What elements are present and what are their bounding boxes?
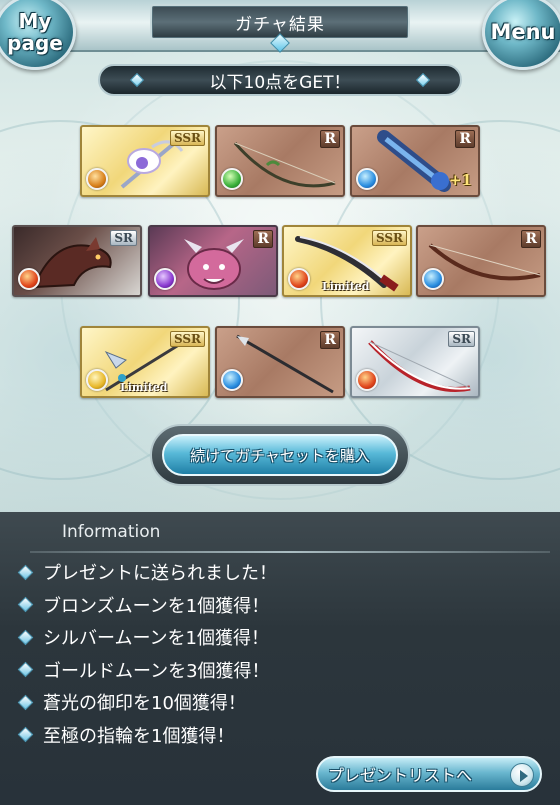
- water-element-icon: [422, 268, 444, 290]
- plus-bonus-badge: +1: [448, 171, 472, 189]
- mypage-label: My page: [7, 9, 63, 55]
- list-item: シルバームーンを1個獲得！: [17, 621, 538, 654]
- wind-element-icon: [221, 168, 243, 190]
- gem-bullet-icon: [17, 726, 34, 743]
- limited-label: Limited: [322, 280, 370, 293]
- mypage-button[interactable]: My page: [0, 0, 76, 70]
- fire-element-icon: [288, 268, 310, 290]
- water-element-icon: [221, 369, 243, 391]
- information-panel: Information プレゼントに送られました！ ブロンズムーンを1個獲得！ …: [0, 512, 560, 805]
- present-list-label: プレゼントリストへ: [328, 766, 473, 785]
- gem-bullet-icon: [17, 629, 34, 646]
- list-item: プレゼントに送られました！: [17, 556, 538, 589]
- fire-element-icon: [18, 268, 40, 290]
- divider: [30, 551, 550, 553]
- result-banner: 以下10点をGET！: [98, 64, 462, 96]
- result-card[interactable]: R +1: [350, 125, 480, 197]
- header-bar: ガチャ結果: [0, 0, 560, 53]
- rarity-badge: R: [521, 230, 541, 248]
- list-item: ブロンズムーンを1個獲得！: [17, 589, 538, 622]
- list-item: 至極の指輪を1個獲得！: [17, 719, 538, 752]
- information-text: ゴールドムーンを3個獲得！: [43, 660, 270, 682]
- rarity-badge: SR: [110, 230, 137, 246]
- gem-icon: [129, 72, 145, 88]
- rarity-badge: R: [455, 130, 475, 148]
- result-card[interactable]: R: [215, 125, 345, 197]
- gem-bullet-icon: [17, 564, 34, 581]
- menu-button[interactable]: Menu: [482, 0, 560, 70]
- rarity-badge: SSR: [169, 130, 205, 146]
- result-card[interactable]: SSR: [80, 125, 210, 197]
- limited-label: Limited: [120, 381, 168, 394]
- fire-element-icon: [356, 369, 378, 391]
- gem-bullet-icon: [17, 694, 34, 711]
- play-arrow-icon: [510, 763, 534, 787]
- rarity-badge: SSR: [169, 331, 205, 347]
- list-item: 蒼光の御印を10個獲得！: [17, 686, 538, 719]
- result-card[interactable]: R: [416, 225, 546, 297]
- information-list: プレゼントに送られました！ ブロンズムーンを1個獲得！ シルバームーンを1個獲得…: [17, 556, 538, 752]
- fire-element-icon: [86, 168, 108, 190]
- buy-gacha-set-label: 続けてガチャセットを購入: [190, 446, 370, 465]
- page-title: ガチャ結果: [235, 14, 325, 35]
- result-card[interactable]: SR: [12, 225, 142, 297]
- result-card[interactable]: SR: [350, 326, 480, 398]
- list-item: ゴールドムーンを3個獲得！: [17, 654, 538, 687]
- light-element-icon: [86, 369, 108, 391]
- information-text: プレゼントに送られました！: [43, 563, 277, 585]
- rarity-badge: R: [320, 130, 340, 148]
- gacha-result-stage: ガチャ結果 My page Menu 以下10点をGET！ SSR R R +1…: [0, 0, 560, 512]
- result-card[interactable]: SSR Limited: [80, 326, 210, 398]
- gem-icon: [415, 72, 431, 88]
- menu-label: Menu: [490, 20, 556, 44]
- rarity-badge: SSR: [371, 230, 407, 246]
- buy-gacha-set-button[interactable]: 続けてガチャセットを購入: [162, 434, 398, 476]
- gem-bullet-icon: [17, 661, 34, 678]
- information-title: Information: [62, 522, 161, 542]
- rarity-badge: R: [253, 230, 273, 248]
- water-element-icon: [356, 168, 378, 190]
- result-banner-text: 以下10点をGET！: [209, 72, 351, 93]
- information-text: ブロンズムーンを1個獲得！: [43, 595, 270, 617]
- result-card[interactable]: SSR Limited: [282, 225, 412, 297]
- present-list-button[interactable]: プレゼントリストへ: [316, 756, 542, 792]
- information-text: シルバームーンを1個獲得！: [43, 628, 270, 650]
- result-card[interactable]: R: [148, 225, 278, 297]
- dark-element-icon: [154, 268, 176, 290]
- information-text: 至極の指輪を1個獲得！: [43, 725, 235, 747]
- result-card[interactable]: R: [215, 326, 345, 398]
- rarity-badge: R: [320, 331, 340, 349]
- gem-bullet-icon: [17, 596, 34, 613]
- rarity-badge: SR: [448, 331, 475, 347]
- information-text: 蒼光の御印を10個獲得！: [43, 693, 246, 715]
